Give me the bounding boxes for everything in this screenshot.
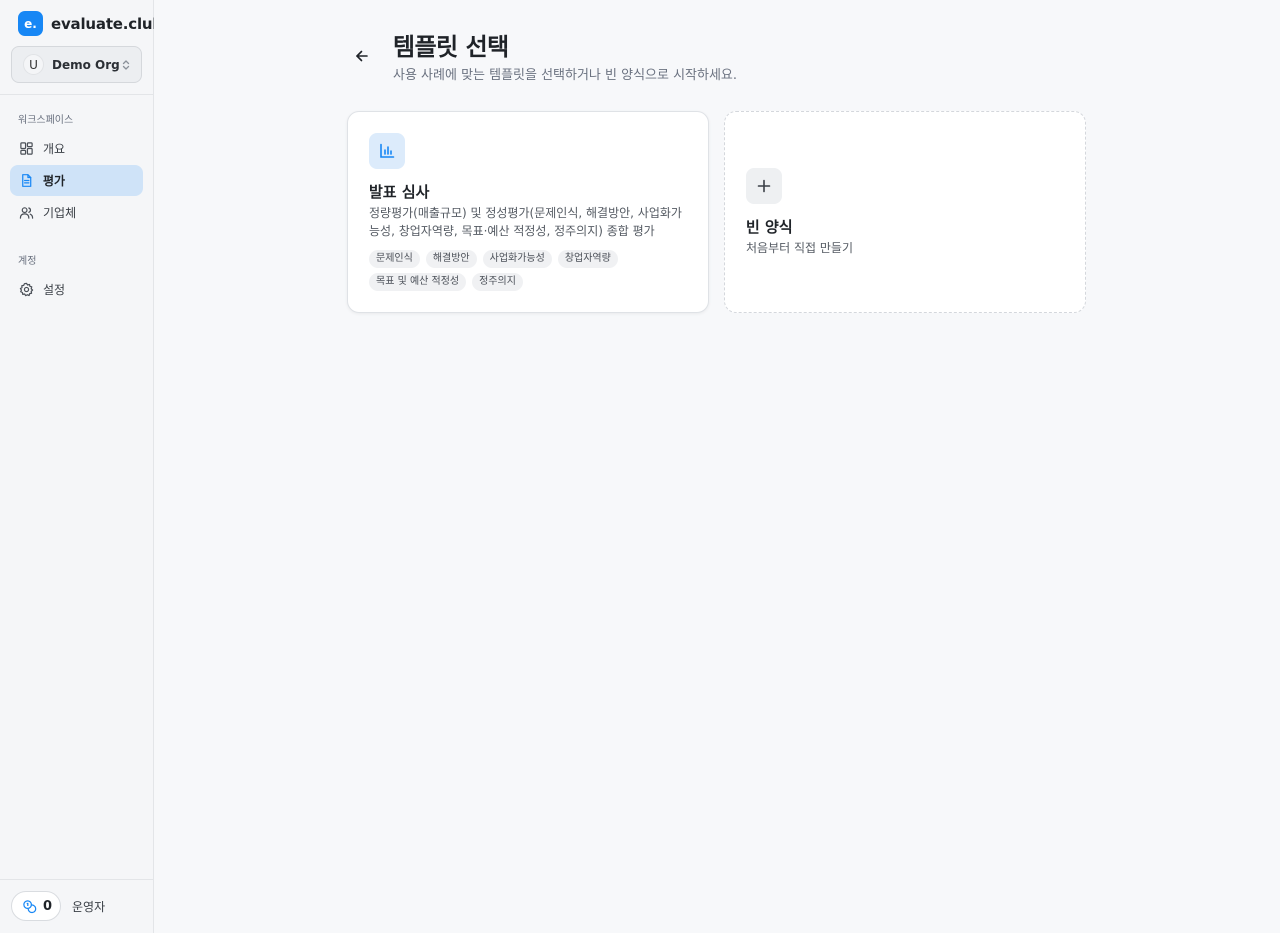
template-icon <box>746 168 782 204</box>
template-tag: 문제인식 <box>369 250 420 268</box>
sidebar-footer-divider <box>0 879 153 880</box>
user-role: 운영자 <box>72 900 106 914</box>
users-icon <box>19 207 34 219</box>
template-card-presentation-review[interactable]: 발표 심사 정량평가(매출규모) 및 정성평가(문제인식, 해결방안, 사업화가… <box>347 111 709 313</box>
chevrons-up-down-icon <box>122 59 130 70</box>
plus-icon <box>757 179 771 193</box>
sidebar-divider <box>0 94 153 95</box>
bar-chart-icon <box>380 143 395 158</box>
org-switcher[interactable]: U Demo Org <box>11 46 142 83</box>
template-tag: 창업자역량 <box>557 250 618 268</box>
grid-icon <box>20 142 33 155</box>
template-tags: 문제인식 해결방안 사업화가능성 창업자역량 목표 및 예산 적정성 정주의지 <box>369 250 694 291</box>
org-name: Demo Org <box>52 57 120 72</box>
template-tag: 정주의지 <box>472 273 523 291</box>
page-subtitle: 사용 사례에 맞는 템플릿을 선택하거나 빈 양식으로 시작하세요. <box>393 68 738 83</box>
template-description: 정량평가(매출규모) 및 정성평가(문제인식, 해결방안, 사업화가능성, 창업… <box>369 206 682 238</box>
sidebar-item-evaluations[interactable]: 평가 <box>10 165 143 196</box>
arrow-left-icon <box>356 50 368 62</box>
sidebar-item-settings[interactable]: 설정 <box>10 274 143 305</box>
sidebar-item-label: 개요 <box>43 142 66 156</box>
org-avatar: U <box>23 54 44 75</box>
template-title: 빈 양식 <box>746 218 793 236</box>
template-title: 발표 심사 <box>369 183 430 201</box>
main-content <box>154 0 1280 933</box>
template-tag: 목표 및 예산 적정성 <box>369 273 467 291</box>
gear-icon <box>19 282 34 297</box>
account-section-label: 계정 <box>18 256 37 267</box>
sidebar-item-label: 설정 <box>43 283 66 297</box>
template-card-blank[interactable]: 빈 양식 처음부터 직접 만들기 <box>724 111 1086 313</box>
sidebar-item-companies[interactable]: 기업체 <box>10 197 143 228</box>
sidebar-item-label: 평가 <box>43 174 66 188</box>
brand[interactable]: e. evaluate.club <box>18 11 163 36</box>
document-icon <box>22 174 32 187</box>
brand-name: evaluate.club <box>51 14 163 33</box>
sidebar-item-label: 기업체 <box>43 206 77 220</box>
brand-logo: e. <box>18 11 43 36</box>
template-tag: 사업화가능성 <box>482 250 552 268</box>
back-button[interactable] <box>350 44 374 68</box>
sidebar-item-overview[interactable]: 개요 <box>10 133 143 164</box>
workspace-section-label: 워크스페이스 <box>18 115 74 126</box>
sidebar: e. evaluate.club U Demo Org 워크스페이스 개요 평가… <box>0 0 163 933</box>
credits-button[interactable]: 0 <box>11 891 61 921</box>
template-icon <box>369 133 405 169</box>
template-description: 처음부터 직접 만들기 <box>746 241 853 255</box>
template-tag: 해결방안 <box>425 250 477 268</box>
coins-icon <box>23 899 37 913</box>
page-title: 템플릿 선택 <box>393 33 509 61</box>
credit-count: 0 <box>43 898 53 914</box>
